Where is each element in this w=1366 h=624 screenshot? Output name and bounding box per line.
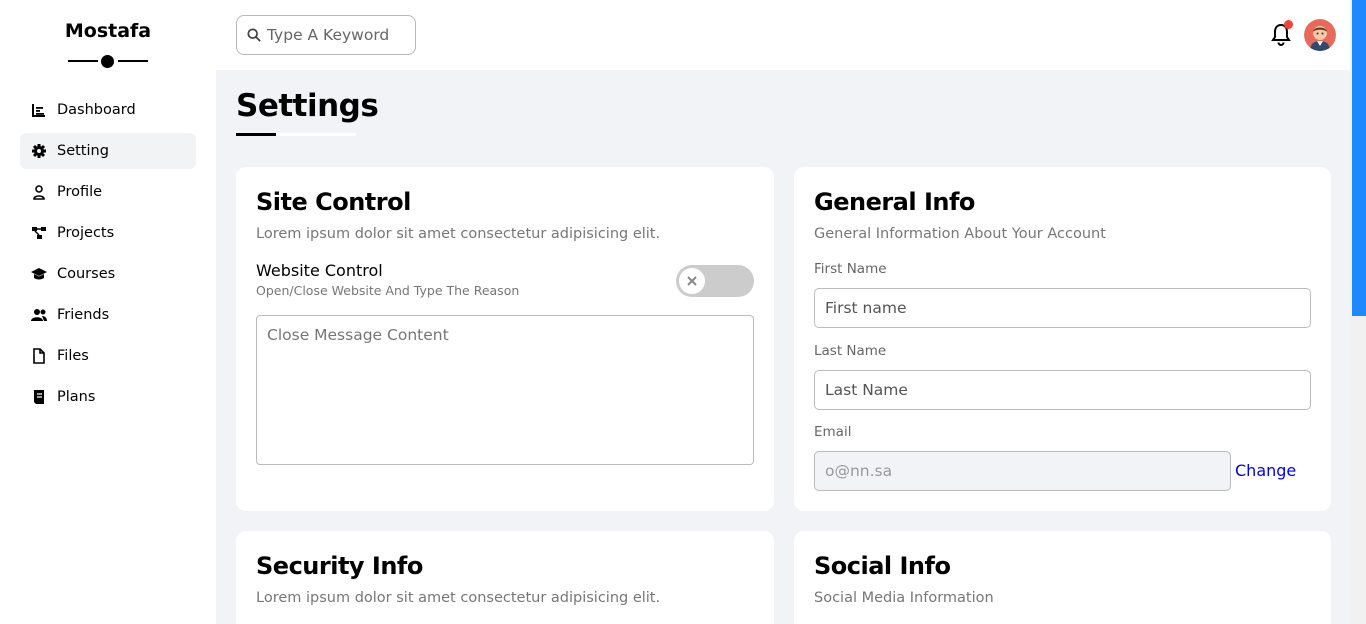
security-info-card: Security Info Lorem ipsum dolor sit amet…	[236, 531, 774, 624]
close-icon	[687, 276, 697, 286]
users-icon	[31, 309, 47, 321]
sidebar-item-label: Setting	[57, 143, 109, 159]
sidebar-item-dashboard[interactable]: Dashboard	[20, 92, 196, 128]
sidebar: Mostafa Dashboard Setting Profile Projec…	[0, 0, 216, 624]
general-info-title: General Info	[814, 188, 975, 216]
toggle-knob	[679, 268, 705, 294]
sidebar-item-profile[interactable]: Profile	[20, 174, 196, 210]
first-name-field[interactable]	[814, 288, 1311, 328]
file-icon	[33, 348, 45, 364]
sidebar-item-plans[interactable]: Plans	[20, 379, 196, 415]
sidebar-item-label: Projects	[57, 225, 115, 241]
search-box[interactable]	[236, 15, 416, 55]
sidebar-item-label: Files	[57, 348, 89, 364]
close-message-textarea[interactable]	[256, 315, 754, 465]
sidebar-item-label: Friends	[57, 307, 110, 323]
user-icon	[33, 185, 45, 200]
website-control-row: Website Control Open/Close Website And T…	[256, 261, 754, 301]
general-info-description: General Information About Your Account	[814, 226, 1106, 242]
scrollbar-thumb[interactable]	[1352, 0, 1366, 316]
chart-icon	[32, 104, 45, 117]
site-control-card: Site Control Lorem ipsum dolor sit amet …	[236, 167, 774, 511]
avatar-image	[1304, 19, 1336, 51]
security-info-title: Security Info	[256, 552, 423, 580]
sidebar-item-courses[interactable]: Courses	[20, 256, 196, 292]
title-underline	[236, 133, 356, 136]
gear-icon	[32, 144, 46, 158]
page-title: Settings	[236, 88, 379, 124]
first-name-label: First Name	[814, 261, 887, 277]
sidebar-item-label: Profile	[57, 184, 103, 200]
top-bar	[216, 0, 1350, 70]
sidebar-item-label: Courses	[57, 266, 116, 282]
sidebar-nav: Dashboard Setting Profile Projects Cours…	[20, 92, 196, 420]
social-info-title: Social Info	[814, 552, 951, 580]
change-email-link[interactable]: Change	[1235, 461, 1296, 480]
email-label: Email	[814, 424, 852, 440]
diagram-project-icon	[32, 227, 46, 239]
brand-underline-mark	[68, 54, 148, 68]
website-control-toggle[interactable]	[676, 265, 754, 297]
social-info-description: Social Media Information	[814, 590, 994, 606]
security-info-description: Lorem ipsum dolor sit amet consectetur a…	[256, 590, 661, 606]
email-field	[814, 451, 1231, 491]
sidebar-item-label: Dashboard	[57, 102, 136, 118]
avatar[interactable]	[1304, 19, 1336, 51]
graduation-cap-icon	[31, 268, 47, 280]
sidebar-item-label: Plans	[57, 389, 96, 405]
site-control-description: Lorem ipsum dolor sit amet consectetur a…	[256, 226, 661, 242]
last-name-field[interactable]	[814, 370, 1311, 410]
plan-icon	[34, 390, 44, 404]
sidebar-item-setting[interactable]: Setting	[20, 133, 196, 169]
page-scrollbar[interactable]	[1350, 0, 1366, 624]
notification-badge	[1284, 20, 1293, 29]
general-info-card: General Info General Information About Y…	[794, 167, 1331, 511]
site-control-title: Site Control	[256, 188, 411, 216]
social-info-card: Social Info Social Media Information	[794, 531, 1331, 624]
sidebar-item-projects[interactable]: Projects	[20, 215, 196, 251]
sidebar-item-files[interactable]: Files	[20, 338, 196, 374]
search-icon	[247, 28, 261, 42]
sidebar-item-friends[interactable]: Friends	[20, 297, 196, 333]
last-name-label: Last Name	[814, 343, 887, 359]
search-input[interactable]	[267, 26, 407, 44]
brand-name: Mostafa	[64, 20, 152, 42]
